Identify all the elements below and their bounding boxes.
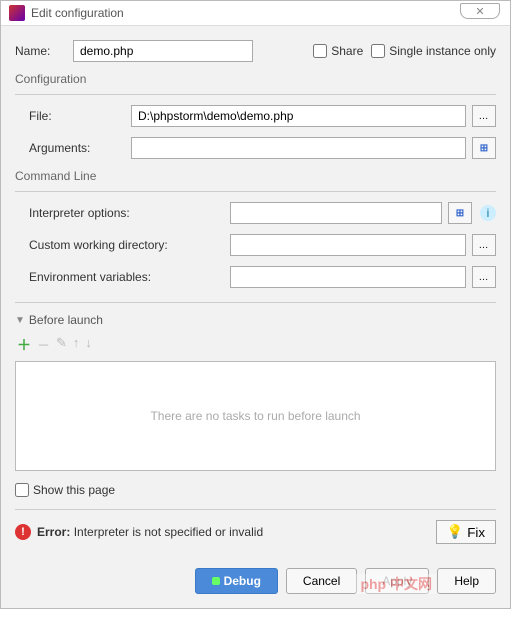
fix-label: Fix: [467, 525, 485, 540]
close-button[interactable]: ✕: [460, 3, 500, 19]
error-row: ! Error: Interpreter is not specified or…: [15, 520, 496, 544]
args-expand-button[interactable]: ⊞: [472, 137, 496, 159]
single-instance-label: Single instance only: [389, 44, 496, 58]
expand-icon: ⊞: [480, 143, 488, 154]
single-instance-checkbox-wrap[interactable]: Single instance only: [371, 44, 496, 58]
show-page-label: Show this page: [33, 483, 115, 497]
chevron-down-icon: ▼: [15, 315, 25, 326]
share-label: Share: [331, 44, 363, 58]
error-label: Error:: [37, 525, 70, 539]
args-input[interactable]: [131, 137, 466, 159]
file-label: File:: [29, 109, 125, 123]
before-launch-label: Before launch: [29, 313, 103, 327]
edit-button: ✎: [56, 335, 67, 355]
file-browse-button[interactable]: …: [472, 105, 496, 127]
empty-tasks-text: There are no tasks to run before launch: [150, 409, 360, 423]
interp-expand-button[interactable]: ⊞: [448, 202, 472, 224]
cwd-label: Custom working directory:: [29, 238, 224, 252]
file-row: File: …: [15, 105, 496, 127]
separator: [15, 191, 496, 192]
share-checkbox-wrap[interactable]: Share: [313, 44, 363, 58]
single-instance-checkbox[interactable]: [371, 44, 385, 58]
button-bar: Debug Cancel Apply Help php 中文网: [15, 558, 496, 594]
error-message: Interpreter is not specified or invalid: [74, 525, 263, 539]
apply-button: Apply: [365, 568, 429, 594]
cwd-input[interactable]: [230, 234, 466, 256]
interp-input[interactable]: [230, 202, 442, 224]
debug-button[interactable]: Debug: [195, 568, 278, 594]
before-launch-toggle[interactable]: ▼ Before launch: [15, 313, 496, 327]
bulb-icon: 💡: [447, 524, 464, 540]
remove-button: －: [37, 335, 50, 355]
expand-icon: ⊞: [456, 208, 464, 219]
show-page-checkbox-wrap[interactable]: Show this page: [15, 483, 496, 497]
env-row: Environment variables: …: [15, 266, 496, 288]
file-input[interactable]: [131, 105, 466, 127]
args-label: Arguments:: [29, 141, 125, 155]
separator: [15, 509, 496, 510]
env-browse-button[interactable]: …: [472, 266, 496, 288]
cmdline-section-label: Command Line: [15, 169, 496, 183]
dialog-body: Name: Share Single instance only Configu…: [1, 26, 510, 608]
name-label: Name:: [15, 44, 65, 58]
error-text: Error: Interpreter is not specified or i…: [37, 525, 263, 539]
env-label: Environment variables:: [29, 270, 224, 284]
cancel-button[interactable]: Cancel: [286, 568, 357, 594]
dialog-window: Edit configuration ✕ Name: Share Single …: [0, 0, 511, 609]
name-input[interactable]: [73, 40, 253, 62]
down-button: ↓: [85, 335, 92, 355]
window-title: Edit configuration: [31, 6, 124, 20]
interp-row: Interpreter options: ⊞ i: [15, 202, 496, 224]
cwd-browse-button[interactable]: …: [472, 234, 496, 256]
config-section-label: Configuration: [15, 72, 496, 86]
separator: [15, 302, 496, 303]
name-row: Name: Share Single instance only: [15, 40, 496, 62]
help-button[interactable]: Help: [437, 568, 496, 594]
toolbar: ＋ － ✎ ↑ ↓: [15, 335, 496, 355]
tasks-list: There are no tasks to run before launch: [15, 361, 496, 471]
fix-button[interactable]: 💡 Fix: [436, 520, 496, 544]
args-row: Arguments: ⊞: [15, 137, 496, 159]
info-icon[interactable]: i: [480, 205, 496, 221]
up-button: ↑: [73, 335, 80, 355]
env-input[interactable]: [230, 266, 466, 288]
separator: [15, 94, 496, 95]
share-checkbox[interactable]: [313, 44, 327, 58]
cwd-row: Custom working directory: …: [15, 234, 496, 256]
interp-label: Interpreter options:: [29, 206, 224, 220]
app-icon: [9, 5, 25, 21]
title-bar: Edit configuration ✕: [1, 1, 510, 26]
show-page-checkbox[interactable]: [15, 483, 29, 497]
add-button[interactable]: ＋: [17, 335, 31, 355]
error-icon: !: [15, 524, 31, 540]
